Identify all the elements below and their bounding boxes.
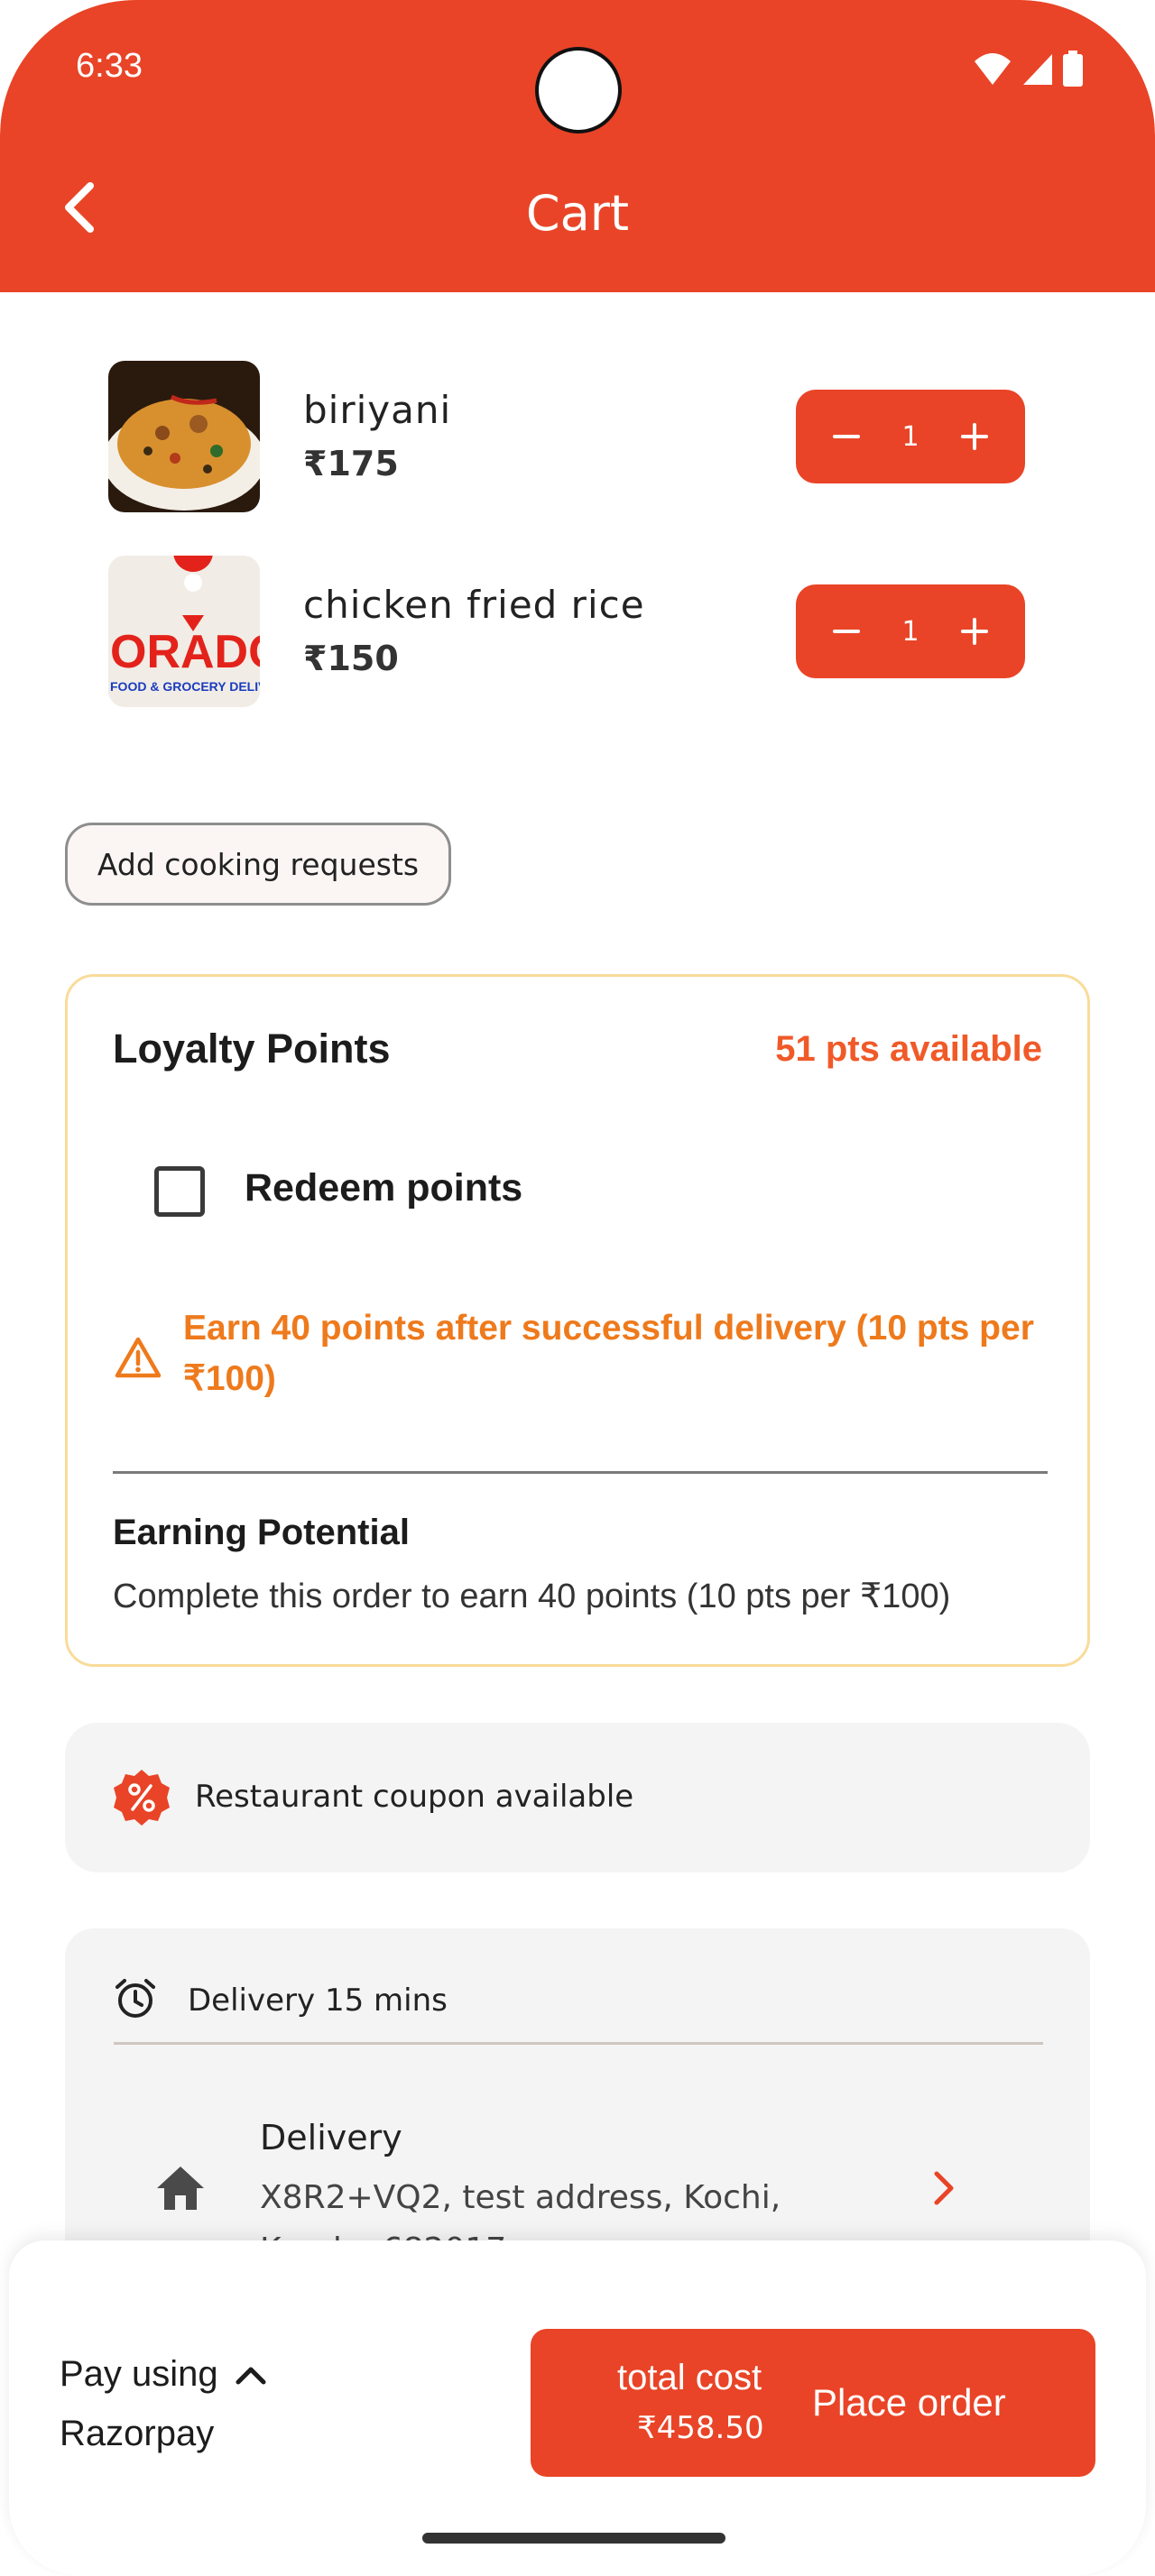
- coupon-text: Restaurant coupon available: [195, 1779, 634, 1815]
- status-time: 6:33: [76, 47, 143, 85]
- total-cost-label: total cost: [617, 2358, 762, 2397]
- item-price: ₹175: [303, 444, 399, 483]
- chevron-right-icon[interactable]: [924, 2168, 964, 2208]
- minus-icon: [833, 435, 860, 438]
- divider: [113, 1471, 1048, 1474]
- svg-text:ORADC: ORADC: [110, 626, 260, 678]
- decrease-button[interactable]: [828, 613, 864, 649]
- app-bar: 6:33 Cart: [0, 0, 1155, 292]
- plus-icon: [961, 618, 988, 645]
- quantity-value: 1: [901, 615, 919, 648]
- camera-cutout: [535, 47, 622, 133]
- earn-points-notice: Earn 40 points after successful delivery…: [183, 1309, 1034, 1398]
- quantity-stepper: 1: [796, 390, 1025, 483]
- home-icon: [157, 2167, 204, 2210]
- decrease-button[interactable]: [828, 419, 864, 455]
- home-indicator[interactable]: [422, 2533, 725, 2544]
- redeem-points-label[interactable]: Redeem points: [245, 1166, 522, 1210]
- discount-badge-icon: [114, 1770, 170, 1826]
- alarm-clock-icon: [116, 1979, 155, 2018]
- quantity-stepper: 1: [796, 584, 1025, 678]
- coupon-banner[interactable]: Restaurant coupon available: [65, 1723, 1090, 1872]
- cart-item: biriyani ₹175 1: [108, 361, 1047, 514]
- points-available: 51 pts available: [775, 1029, 1042, 1069]
- chevron-up-icon: [236, 2367, 266, 2384]
- signal-icon: [1023, 54, 1052, 85]
- svg-text:FOOD & GROCERY DELIVE: FOOD & GROCERY DELIVE: [110, 679, 260, 694]
- quantity-value: 1: [901, 420, 919, 453]
- wifi-icon: [975, 53, 1011, 85]
- status-icons: [973, 51, 1083, 87]
- loyalty-title: Loyalty Points: [113, 1026, 391, 1072]
- add-cooking-requests-button[interactable]: Add cooking requests: [65, 823, 451, 906]
- cart-item: ORADC FOOD & GROCERY DELIVE chicken frie…: [108, 556, 1047, 709]
- place-order-label: Place order: [812, 2381, 1006, 2424]
- increase-button[interactable]: [956, 419, 993, 455]
- increase-button[interactable]: [956, 613, 993, 649]
- checkout-bar: Pay using Razorpay total cost ₹458.50 Pl…: [9, 2240, 1146, 2576]
- earning-potential-title: Earning Potential: [113, 1513, 410, 1552]
- plus-icon: [961, 423, 988, 450]
- item-name: biriyani: [303, 388, 452, 432]
- item-name: chicken fried rice: [303, 583, 645, 627]
- minus-icon: [833, 630, 860, 633]
- earning-potential-description: Complete this order to earn 40 points (1…: [113, 1578, 951, 1615]
- pay-using-label: Pay using: [60, 2354, 218, 2394]
- item-image-chicken-fried-rice: ORADC FOOD & GROCERY DELIVE: [108, 556, 260, 707]
- delivery-time: Delivery 15 mins: [188, 1983, 448, 2019]
- item-price: ₹150: [303, 639, 399, 678]
- pay-using-selector[interactable]: Pay using: [60, 2354, 267, 2395]
- warning-icon: [115, 1337, 162, 1378]
- delivery-type[interactable]: Delivery: [260, 2118, 402, 2157]
- phone-screen: 6:33 Cart biriyani ₹175 1 ORAD FOOD & GR…: [0, 0, 1155, 2576]
- battery-icon: [1063, 51, 1083, 87]
- divider: [114, 2042, 1043, 2045]
- page-title: Cart: [525, 185, 630, 242]
- redeem-points-checkbox[interactable]: [154, 1166, 205, 1217]
- item-image-biriyani: [108, 361, 260, 512]
- place-order-button[interactable]: total cost ₹458.50 Place order: [531, 2329, 1095, 2477]
- loyalty-card: Loyalty Points 51 pts available Redeem p…: [65, 974, 1090, 1667]
- payment-method[interactable]: Razorpay: [60, 2414, 214, 2454]
- total-cost-value: ₹458.50: [637, 2410, 764, 2446]
